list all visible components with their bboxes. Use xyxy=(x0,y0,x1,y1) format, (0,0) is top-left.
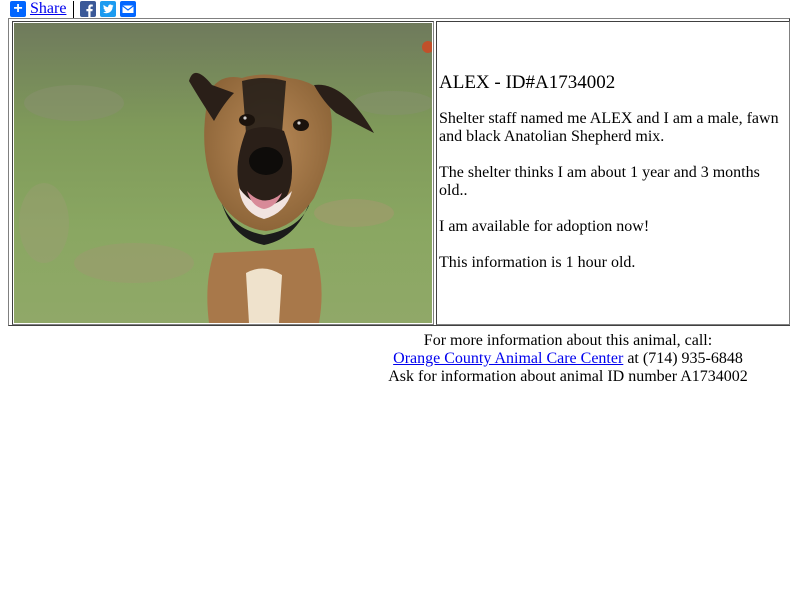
share-divider xyxy=(73,0,75,18)
share-bar: + Share xyxy=(10,0,140,18)
animal-age: The shelter thinks I am about 1 year and… xyxy=(439,164,760,199)
animal-info: ALEX - ID#A1734002 Shelter staff named m… xyxy=(439,72,784,290)
plus-icon[interactable]: + xyxy=(10,1,26,17)
shelter-phone: at (714) 935-6848 xyxy=(623,350,743,367)
photo-cell xyxy=(12,21,434,325)
contact-intro: For more information about this animal, … xyxy=(423,332,713,349)
animal-table: ALEX - ID#A1734002 Shelter staff named m… xyxy=(8,18,790,326)
share-link[interactable]: Share xyxy=(30,0,66,18)
contact-line: Orange County Animal Care Center at (714… xyxy=(360,350,776,368)
info-freshness: This information is 1 hour old. xyxy=(439,254,636,271)
animal-description: Shelter staff named me ALEX and I am a m… xyxy=(439,110,779,145)
dog-photo xyxy=(14,23,432,323)
contact-id-note: Ask for information about animal ID numb… xyxy=(388,368,748,385)
animal-title: ALEX - ID#A1734002 xyxy=(439,72,616,93)
email-icon[interactable] xyxy=(120,1,137,17)
facebook-icon[interactable] xyxy=(80,1,97,17)
animal-availability: I am available for adoption now! xyxy=(439,218,650,235)
info-cell: ALEX - ID#A1734002 Shelter staff named m… xyxy=(436,21,790,325)
twitter-icon[interactable] xyxy=(100,1,117,17)
contact-info: For more information about this animal, … xyxy=(360,332,776,386)
shelter-link[interactable]: Orange County Animal Care Center xyxy=(393,350,623,367)
